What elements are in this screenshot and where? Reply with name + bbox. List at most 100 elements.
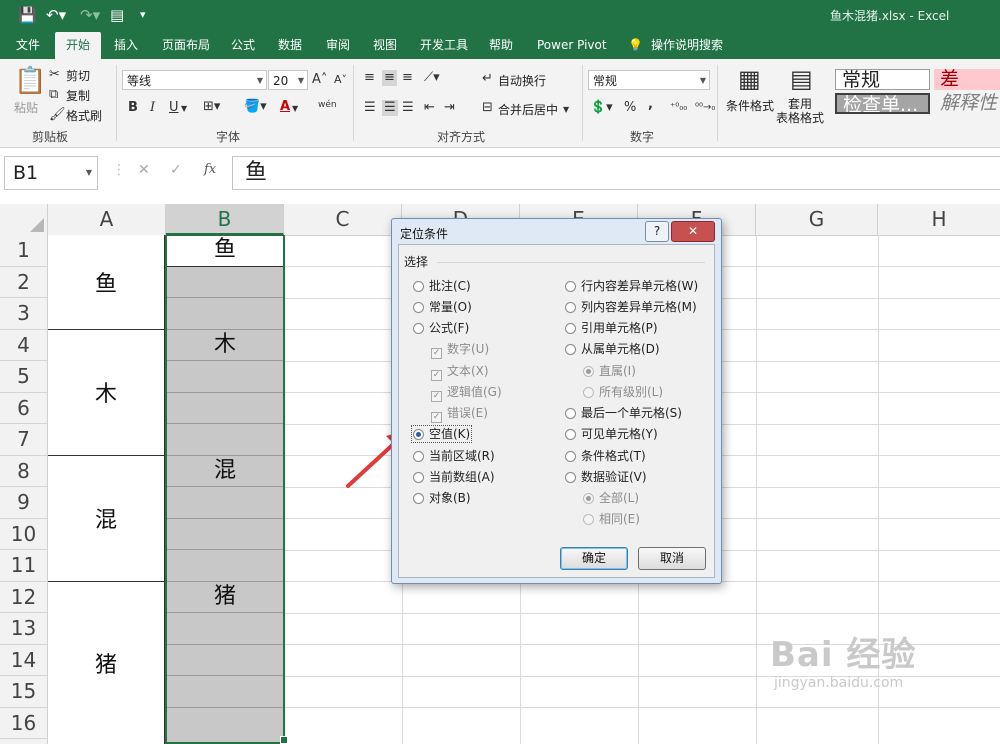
chevron-down-icon[interactable]: ▼ (292, 101, 298, 117)
align-right-icon[interactable]: ☰ (402, 100, 414, 116)
style-bad[interactable]: 差 (934, 69, 1000, 90)
row-header[interactable]: 10 (0, 519, 47, 550)
style-check-cell[interactable]: 检查单... (835, 93, 930, 114)
column-header-c[interactable]: C (284, 204, 402, 235)
check-numbers[interactable]: ✓ 数字(U) (431, 342, 489, 359)
cell-blank[interactable] (166, 487, 284, 519)
row-header[interactable]: 15 (0, 676, 47, 708)
cell-blank[interactable] (166, 644, 284, 676)
cell-blank[interactable] (166, 550, 284, 582)
check-errors[interactable]: ✓ 错误(E) (431, 406, 488, 423)
row-header[interactable]: 3 (0, 298, 47, 330)
cell-a1-merged[interactable]: 鱼 (48, 235, 165, 330)
row-header[interactable]: 4 (0, 330, 47, 361)
cell-blank[interactable] (166, 518, 284, 550)
align-bottom-icon[interactable]: ≡ (402, 70, 413, 86)
comma-button[interactable]: , (648, 97, 653, 113)
tab-file[interactable]: 文件 (16, 32, 40, 59)
option-comments[interactable]: 批注(C) (413, 279, 471, 293)
format-as-table-icon[interactable]: ▤ (790, 66, 813, 92)
increase-decimal-icon[interactable]: ⁺⁰₀₀ (670, 100, 687, 116)
italic-button[interactable]: I (150, 100, 155, 116)
decrease-font-icon[interactable]: A˅ (334, 72, 347, 88)
row-header[interactable]: 1 (0, 235, 47, 267)
cancel-button[interactable]: 取消 (638, 547, 706, 570)
number-format-combo[interactable]: 常规 ▼ (588, 70, 710, 90)
ok-button[interactable]: 确定 (560, 547, 628, 570)
paste-button[interactable]: 粘贴 (14, 99, 38, 116)
option-precedents[interactable]: 引用单元格(P) (565, 321, 658, 335)
align-center-icon[interactable]: ☰ (382, 100, 398, 116)
customize-qa-icon[interactable]: ▾ (140, 6, 146, 24)
option-data-validation[interactable]: 数据验证(V) (565, 470, 647, 484)
column-header-b[interactable]: B (166, 204, 284, 235)
column-header-h[interactable]: H (878, 204, 1000, 235)
option-current-region[interactable]: 当前区域(R) (413, 449, 495, 463)
tell-me-search[interactable]: 操作说明搜索 (651, 32, 723, 59)
option-objects[interactable]: 对象(B) (413, 491, 471, 505)
align-top-icon[interactable]: ≡ (364, 70, 375, 86)
help-button[interactable]: ? (645, 221, 669, 242)
redo-icon[interactable]: ↷▾ (80, 6, 100, 24)
cell-b8[interactable]: 混 (166, 455, 284, 487)
enter-icon[interactable]: ✓ (170, 162, 182, 178)
fill-color-icon[interactable]: 🪣▾ (244, 99, 267, 115)
row-header[interactable]: 6 (0, 393, 47, 424)
cell-blank[interactable] (166, 676, 284, 708)
option-constants[interactable]: 常量(O) (413, 300, 472, 314)
row-header[interactable]: 5 (0, 361, 47, 393)
column-header-g[interactable]: G (756, 204, 878, 235)
drag-handle-icon[interactable]: ⋮ (112, 162, 126, 178)
close-button[interactable]: ✕ (671, 221, 715, 242)
name-box[interactable]: B1 ▼ (4, 156, 98, 190)
percent-button[interactable]: % (624, 100, 636, 116)
style-normal[interactable]: 常规 (835, 69, 930, 90)
cut-button[interactable]: 剪切 (66, 67, 90, 84)
option-all-levels[interactable]: 所有级别(L) (583, 385, 663, 399)
align-middle-icon[interactable]: ≡ (382, 70, 397, 86)
tab-developer[interactable]: 开发工具 (420, 32, 468, 59)
cell-a12-merged[interactable]: 猪 (48, 581, 165, 744)
font-name-combo[interactable]: 等线 ▼ (122, 70, 267, 90)
cell-blank[interactable] (166, 613, 284, 645)
chevron-down-icon[interactable]: ▼ (86, 157, 92, 189)
option-last-cell[interactable]: 最后一个单元格(S) (565, 406, 682, 420)
wrap-text-button[interactable]: 自动换行 (498, 72, 546, 89)
decrease-indent-icon[interactable]: ⇤ (424, 100, 435, 116)
cell-b12[interactable]: 猪 (166, 581, 284, 613)
cell-blank[interactable] (166, 266, 284, 298)
tab-view[interactable]: 视图 (373, 32, 397, 59)
borders-icon[interactable]: ⊞▾ (203, 99, 220, 115)
accounting-format-icon[interactable]: 💲▾ (590, 100, 613, 116)
phonetic-guide-button[interactable]: wén (318, 97, 337, 113)
tab-help[interactable]: 帮助 (489, 32, 513, 59)
cell-blank[interactable] (166, 392, 284, 424)
formula-input[interactable]: 鱼 (232, 156, 1000, 190)
paste-icon[interactable]: 📋 (14, 67, 46, 95)
option-formulas[interactable]: 公式(F) (413, 321, 469, 335)
orientation-icon[interactable]: ⟋▾ (424, 70, 440, 86)
cell-blank[interactable] (166, 361, 284, 393)
tab-page-layout[interactable]: 页面布局 (162, 32, 210, 59)
cell-b1[interactable]: 鱼 (166, 235, 284, 267)
merge-center-button[interactable]: 合并后居中 (498, 101, 558, 118)
bold-button[interactable]: B (128, 100, 138, 116)
style-explanatory[interactable]: 解释性 (934, 93, 1000, 114)
option-row-differences[interactable]: 行内容差异单元格(W) (565, 279, 698, 293)
option-validation-same[interactable]: 相同(E) (583, 512, 640, 526)
select-all-corner[interactable] (0, 204, 48, 235)
conditional-format-icon[interactable]: ▦ (738, 66, 761, 92)
cell-a8-merged[interactable]: 混 (48, 455, 165, 582)
tab-power-pivot[interactable]: Power Pivot (537, 32, 607, 59)
cell-blank[interactable] (166, 298, 284, 330)
cell-a4-merged[interactable]: 木 (48, 329, 165, 456)
increase-indent-icon[interactable]: ⇥ (444, 100, 455, 116)
save-icon[interactable]: 💾 (18, 6, 37, 24)
option-conditional-formats[interactable]: 条件格式(T) (565, 449, 646, 463)
cell-b4[interactable]: 木 (166, 329, 284, 361)
font-color-button[interactable]: A (280, 99, 290, 115)
check-text[interactable]: ✓ 文本(X) (431, 364, 489, 381)
row-header[interactable]: 16 (0, 708, 47, 739)
row-header[interactable]: 11 (0, 550, 47, 582)
row-header[interactable]: 8 (0, 456, 47, 487)
